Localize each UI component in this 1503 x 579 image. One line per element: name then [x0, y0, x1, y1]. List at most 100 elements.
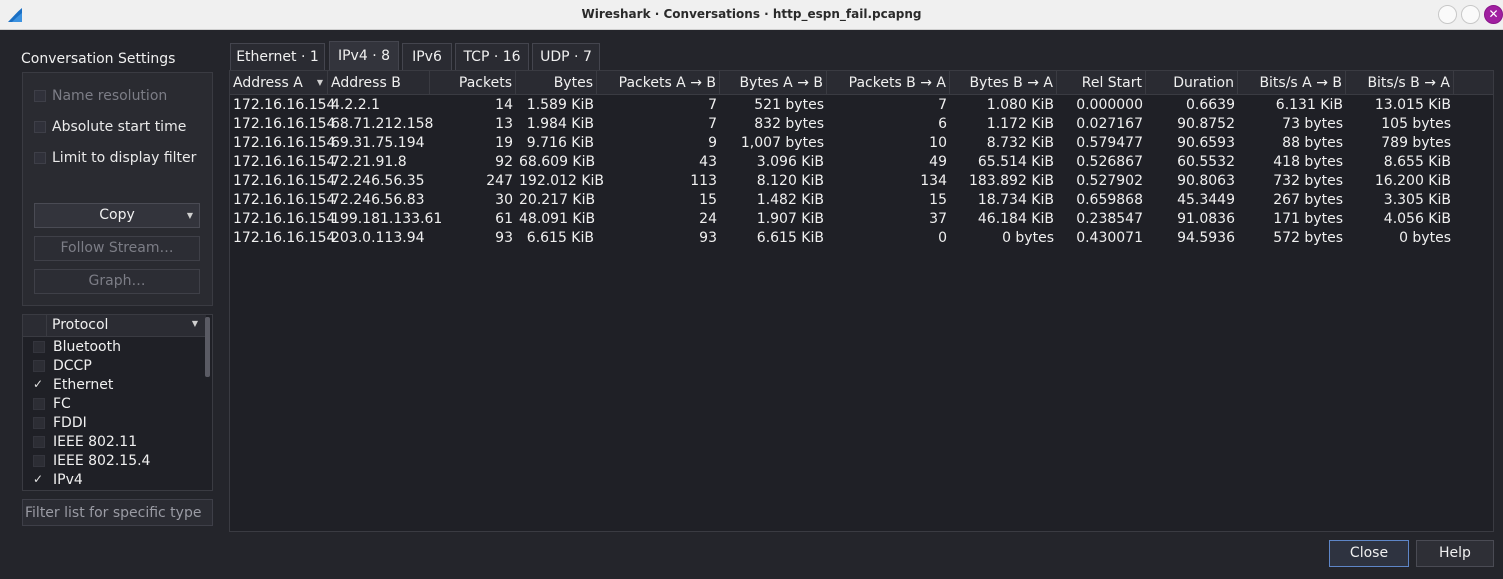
table-cell: 418 bytes	[1273, 154, 1343, 170]
close-button[interactable]: Close	[1329, 540, 1409, 567]
table-cell: 0.238547	[1076, 211, 1143, 227]
tab-ipv4[interactable]: IPv4 · 8	[329, 41, 399, 70]
table-row[interactable]: 172.16.16.154 68.71.212.158 13 1.984 KiB 7 83…	[230, 115, 1493, 134]
conversations-table[interactable]: Address A ▼ Address B Packets Bytes Packets A…	[229, 70, 1494, 532]
table-cell: 7	[708, 116, 717, 132]
conversation-settings-title: Conversation Settings	[21, 51, 176, 67]
title-bar: Wireshark · Conversations · http_espn_fa…	[0, 0, 1503, 30]
protocol-list-item[interactable]: Bluetooth	[23, 338, 206, 357]
column-header-label: Packets A → B	[618, 75, 716, 91]
column-header[interactable]: Address A ▼	[230, 71, 328, 95]
table-cell: 0.579477	[1076, 135, 1143, 151]
protocol-checkbox[interactable]: ✓	[33, 377, 47, 393]
protocol-filter-input[interactable]	[22, 499, 213, 526]
table-cell: 172.16.16.154	[233, 173, 336, 189]
column-header[interactable]: Duration	[1146, 71, 1238, 95]
maximize-button[interactable]	[1461, 5, 1480, 24]
column-header[interactable]: Packets	[430, 71, 516, 95]
copy-button[interactable]: Copy ▼	[34, 203, 200, 228]
protocol-list-item[interactable]: IEEE 802.15.4	[23, 452, 206, 471]
column-header-label: Bits/s B → A	[1367, 75, 1450, 91]
column-header[interactable]: Bits/s B → A	[1346, 71, 1454, 95]
table-cell: 13	[495, 116, 513, 132]
tab-ipv6[interactable]: IPv6	[402, 43, 452, 70]
protocol-label: IPv4	[53, 472, 83, 488]
window-title: Wireshark · Conversations · http_espn_fa…	[581, 7, 922, 21]
protocol-checkbox[interactable]: ✓	[33, 472, 47, 488]
protocol-list-item[interactable]: FDDI	[23, 414, 206, 433]
column-header[interactable]: Packets B → A	[827, 71, 950, 95]
name-resolution-label: Name resolution	[52, 88, 168, 104]
table-cell: 19	[495, 135, 513, 151]
protocol-checkbox[interactable]	[33, 341, 45, 353]
table-cell: 48.091 KiB	[519, 211, 596, 227]
protocol-checkbox[interactable]	[33, 436, 45, 448]
close-window-button[interactable]: ✕	[1484, 5, 1503, 24]
table-cell: 789 bytes	[1381, 135, 1451, 151]
column-header[interactable]: Bytes	[516, 71, 597, 95]
help-button[interactable]: Help	[1416, 540, 1494, 567]
table-cell: 88 bytes	[1282, 135, 1343, 151]
table-row[interactable]: 172.16.16.154 72.246.56.35 247 192.012 KiB 1…	[230, 172, 1493, 191]
minimize-button[interactable]	[1438, 5, 1457, 24]
table-cell: 1.589 KiB	[526, 97, 594, 113]
table-cell: 16.200 KiB	[1374, 173, 1451, 189]
table-cell: 247	[486, 173, 513, 189]
column-header[interactable]: Rel Start	[1057, 71, 1146, 95]
name-resolution-checkbox[interactable]	[34, 90, 46, 102]
table-cell: 1.080 KiB	[986, 97, 1054, 113]
protocol-list-header[interactable]: Protocol ▼	[23, 315, 206, 337]
protocol-checkbox[interactable]	[33, 360, 45, 372]
limit-to-display-filter-option[interactable]: Limit to display filter	[34, 148, 196, 168]
tab-udp[interactable]: UDP · 7	[532, 43, 600, 70]
table-cell: 61	[495, 211, 513, 227]
table-cell: 43	[699, 154, 717, 170]
table-cell: 37	[929, 211, 947, 227]
absolute-start-time-checkbox[interactable]	[34, 121, 46, 133]
protocol-checkbox[interactable]	[33, 398, 45, 410]
protocol-checkbox[interactable]	[33, 455, 45, 467]
table-cell: 172.16.16.154	[233, 135, 336, 151]
table-row[interactable]: 172.16.16.154 72.246.56.83 30 20.217 KiB 15 1…	[230, 191, 1493, 210]
protocol-list-item[interactable]: ✓ IPv4	[23, 471, 206, 490]
table-cell: 15	[929, 192, 947, 208]
protocol-list-item[interactable]: FC	[23, 395, 206, 414]
table-cell: 91.0836	[1177, 211, 1235, 227]
table-cell: 7	[708, 97, 717, 113]
tab-ethernet[interactable]: Ethernet · 1	[230, 43, 325, 70]
table-cell: 1,007 bytes	[740, 135, 824, 151]
absolute-start-time-option[interactable]: Absolute start time	[34, 117, 186, 137]
tab-tcp[interactable]: TCP · 16	[455, 43, 529, 70]
table-cell: 6.615 KiB	[526, 230, 594, 246]
table-row[interactable]: 172.16.16.154 4.2.2.1 14 1.589 KiB 7 521 byte…	[230, 96, 1493, 115]
table-cell: 0.526867	[1076, 154, 1143, 170]
table-cell: 4.2.2.1	[331, 97, 380, 113]
follow-stream-button[interactable]: Follow Stream…	[34, 236, 200, 261]
table-row[interactable]: 172.16.16.154 203.0.113.94 93 6.615 KiB 93 6.…	[230, 229, 1493, 248]
limit-to-display-filter-checkbox[interactable]	[34, 152, 46, 164]
table-cell: 203.0.113.94	[331, 230, 425, 246]
protocol-label: IEEE 802.11	[53, 434, 138, 450]
column-header[interactable]: Bits/s A → B	[1238, 71, 1346, 95]
table-cell: 6	[938, 116, 947, 132]
column-header[interactable]: Packets A → B	[597, 71, 720, 95]
table-row[interactable]: 172.16.16.154 69.31.75.194 19 9.716 KiB 9 1,0…	[230, 134, 1493, 153]
graph-button[interactable]: Graph…	[34, 269, 200, 294]
protocol-list-item[interactable]: DCCP	[23, 357, 206, 376]
column-header[interactable]: Bytes A → B	[720, 71, 827, 95]
table-cell: 90.6593	[1177, 135, 1235, 151]
table-row[interactable]: 172.16.16.154 72.21.91.8 92 68.609 KiB 43 3.0…	[230, 153, 1493, 172]
name-resolution-option[interactable]: Name resolution	[34, 86, 167, 106]
table-cell: 105 bytes	[1381, 116, 1451, 132]
table-cell: 0	[938, 230, 947, 246]
table-row[interactable]: 172.16.16.154 199.181.133.61 61 48.091 KiB 2…	[230, 210, 1493, 229]
column-header[interactable]: Address B	[328, 71, 430, 95]
column-header[interactable]: Bytes B → A	[950, 71, 1057, 95]
protocol-checkbox[interactable]	[33, 417, 45, 429]
protocol-list-item[interactable]: ✓ Ethernet	[23, 376, 206, 395]
protocol-list[interactable]: Protocol ▼ Bluetooth DCCP ✓ Ethernet FC FDDI I…	[22, 314, 213, 491]
table-cell: 0.027167	[1076, 116, 1143, 132]
table-cell: 8.120 KiB	[756, 173, 824, 189]
protocol-list-item[interactable]: IEEE 802.11	[23, 433, 206, 452]
absolute-start-time-label: Absolute start time	[52, 119, 187, 135]
